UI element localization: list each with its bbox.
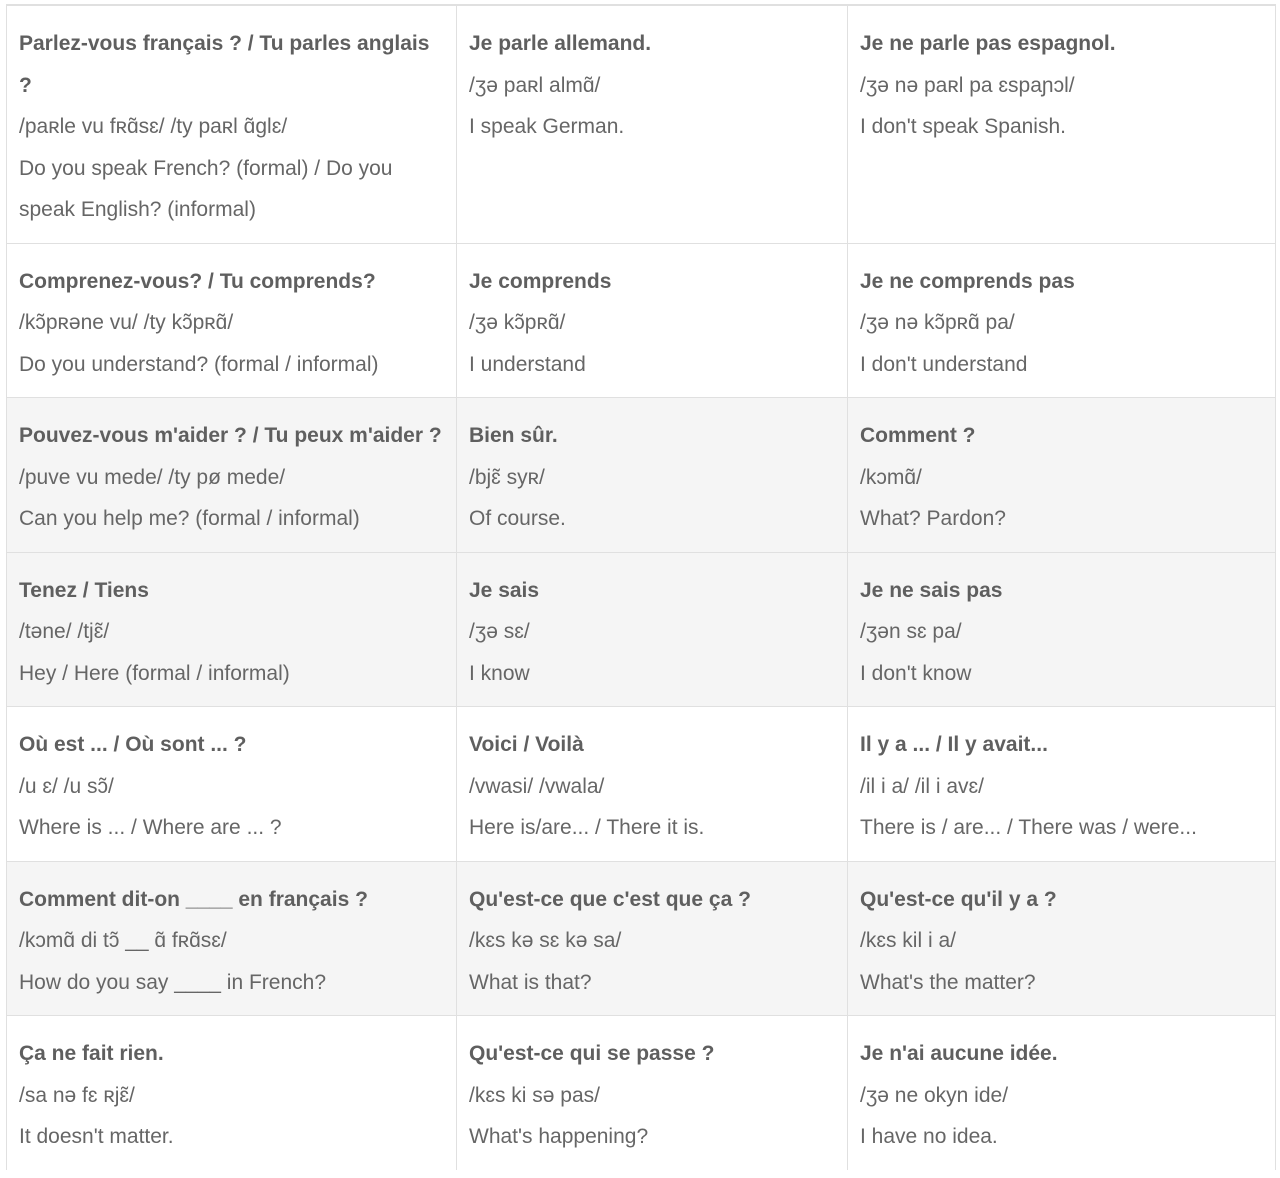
phrase-cell: Ça ne fait rien. /sa nə fɛ ʀjɛ̃/ It doesn'… xyxy=(6,1015,457,1170)
english-translation: Do you speak French? (formal) / Do you s… xyxy=(19,156,393,222)
phrase-table: Parlez-vous français ? / Tu parles angla… xyxy=(6,4,1276,1170)
french-phrase: Comment ? xyxy=(860,424,976,447)
ipa-transcription: /sa nə fɛ ʀjɛ̃/ xyxy=(19,1083,135,1107)
french-phrase: Parlez-vous français ? / Tu parles angla… xyxy=(19,32,430,97)
ipa-transcription: /paʀle vu fʀɑ̃sɛ/ /ty paʀl ɑ̃glɛ/ xyxy=(19,115,288,138)
french-phrase: Je parle allemand. xyxy=(469,32,652,55)
french-phrase: Qu'est-ce que c'est que ça ? xyxy=(469,887,751,911)
english-translation: I don't know xyxy=(860,661,972,685)
ipa-transcription: /ʒə ne okyn ide/ xyxy=(860,1083,1009,1107)
phrase-cell: Il y a ... / Il y avait... /il i a/ /il i… xyxy=(847,706,1276,862)
english-translation: Where is ... / Where are ... ? xyxy=(19,816,282,839)
french-phrase: Je ne parle pas espagnol. xyxy=(860,32,1116,55)
english-translation: I speak German. xyxy=(469,115,625,138)
phrase-cell: Je ne sais pas/ʒən sɛ pa/I don't know xyxy=(847,551,1276,707)
ipa-transcription: /il i a/ /il i avɛ/ xyxy=(860,774,984,798)
ipa-transcription: /ʒə sɛ/ xyxy=(469,620,530,643)
english-translation: What's happening? xyxy=(469,1125,649,1148)
ipa-transcription: /ʒən sɛ pa/ xyxy=(860,620,962,643)
english-translation: I understand xyxy=(469,352,586,376)
english-translation: I know xyxy=(469,661,530,685)
french-phrase: Qu'est-ce qui se passe ? xyxy=(469,1042,715,1065)
ipa-transcription: /kɔ̃pʀəne vu/ /ty kɔ̃pʀɑ̃/ xyxy=(19,311,234,334)
english-translation: What? Pardon? xyxy=(860,507,1006,530)
english-translation: What's the matter? xyxy=(860,970,1036,994)
ipa-transcription: /ʒə nə paʀl pa ɛspaɲɔl/ xyxy=(860,73,1075,97)
french-phrase: Où est ... / Où sont ... ? xyxy=(19,733,247,756)
english-translation: Can you help me? (formal / informal) xyxy=(19,507,360,530)
table-row: Tenez / Tiens/təne/ /tjɛ̃/ Hey / Here (fo… xyxy=(6,551,1276,707)
table-row: Ça ne fait rien. /sa nə fɛ ʀjɛ̃/ It doesn'… xyxy=(6,1015,1276,1170)
phrase-cell: Je ne comprends pas/ʒə nə kɔ̃pʀɑ̃ pa/I d… xyxy=(847,242,1276,398)
phrase-cell: Qu'est-ce que c'est que ça ? /kɛs kə sɛ k… xyxy=(456,860,848,1016)
english-translation: What is that? xyxy=(469,970,592,994)
phrase-cell: Bien sûr. /bjɛ̃ syʀ/Of course. xyxy=(456,397,848,553)
table-row: Où est ... / Où sont ... ? /u ɛ/ /u sɔ̃/ W… xyxy=(6,706,1276,862)
french-phrase: Je ne comprends pas xyxy=(860,269,1075,293)
phrase-cell: Tenez / Tiens/təne/ /tjɛ̃/ Hey / Here (fo… xyxy=(6,551,457,707)
ipa-transcription: /ʒə kɔ̃pʀɑ̃/ xyxy=(469,311,566,334)
ipa-transcription: /təne/ /tjɛ̃/ xyxy=(19,620,110,643)
ipa-transcription: /kɛs kə sɛ kə sa/ xyxy=(469,929,622,952)
french-phrase: Comment dit-on ____ en français ? xyxy=(19,887,368,911)
ipa-transcription: /ʒə nə kɔ̃pʀɑ̃ pa/ xyxy=(860,311,1015,334)
phrase-cell: Voici / Voilà/vwasi/ /vwala/Here is/are.… xyxy=(456,706,848,862)
table-row: Comment dit-on ____ en français ? /kɔmɑ̃ … xyxy=(6,860,1276,1016)
phrase-cell: Comprenez-vous? / Tu comprends? /kɔ̃pʀəne… xyxy=(6,242,457,398)
table-row: Comprenez-vous? / Tu comprends? /kɔ̃pʀəne… xyxy=(6,242,1276,398)
english-translation: Hey / Here (formal / informal) xyxy=(19,661,290,685)
table-row: Parlez-vous français ? / Tu parles angla… xyxy=(6,4,1276,244)
ipa-transcription: /bjɛ̃ syʀ/ xyxy=(469,465,545,489)
ipa-transcription: /ʒə paʀl almɑ̃/ xyxy=(469,73,601,97)
phrase-cell: Je sais/ʒə sɛ/I know xyxy=(456,551,848,707)
french-phrase: Je comprends xyxy=(469,269,612,293)
phrase-cell: Comment dit-on ____ en français ? /kɔmɑ̃ … xyxy=(6,860,457,1016)
french-phrase: Je n'ai aucune idée. xyxy=(860,1042,1058,1065)
table-row: Pouvez-vous m'aider ? / Tu peux m'aider … xyxy=(6,397,1276,553)
ipa-transcription: /u ɛ/ /u sɔ̃/ xyxy=(19,774,114,798)
french-phrase: Comprenez-vous? / Tu comprends? xyxy=(19,269,376,293)
english-translation: Do you understand? (formal / informal) xyxy=(19,352,379,376)
phrase-cell: Comment ? /kɔmɑ̃/ What? Pardon? xyxy=(847,397,1276,553)
english-translation: How do you say ____ in French? xyxy=(19,970,327,994)
phrase-cell: Je n'ai aucune idée. /ʒə ne okyn ide/I ha… xyxy=(847,1015,1276,1170)
french-phrase: Bien sûr. xyxy=(469,424,558,447)
phrase-cell: Qu'est-ce qui se passe ? /kɛs ki sə pas/W… xyxy=(456,1015,848,1170)
french-phrase: Il y a ... / Il y avait... xyxy=(860,733,1048,756)
ipa-transcription: /puve vu mede/ /ty pø mede/ xyxy=(19,465,286,489)
english-translation: I don't speak Spanish. xyxy=(860,115,1066,138)
ipa-transcription: /kɔmɑ̃ di tɔ̃ __ ɑ̃ fʀɑ̃sɛ/ xyxy=(19,929,227,952)
english-translation: Of course. xyxy=(469,507,566,530)
phrase-cell: Pouvez-vous m'aider ? / Tu peux m'aider … xyxy=(6,397,457,553)
french-phrase: Je sais xyxy=(469,578,540,602)
french-phrase: Je ne sais pas xyxy=(860,578,1003,602)
english-translation: I don't understand xyxy=(860,352,1028,376)
french-phrase: Tenez / Tiens xyxy=(19,578,149,602)
phrase-cell: Je ne parle pas espagnol. /ʒə nə paʀl pa … xyxy=(847,4,1276,244)
french-phrase: Ça ne fait rien. xyxy=(19,1042,164,1065)
ipa-transcription: /vwasi/ /vwala/ xyxy=(469,774,605,798)
phrase-cell: Où est ... / Où sont ... ? /u ɛ/ /u sɔ̃/ W… xyxy=(6,706,457,862)
phrase-cell: Qu'est-ce qu'il y a ? /kɛs kil i a/What's… xyxy=(847,860,1276,1016)
french-phrase: Voici / Voilà xyxy=(469,733,584,756)
french-phrase: Qu'est-ce qu'il y a ? xyxy=(860,887,1057,911)
ipa-transcription: /kɛs ki sə pas/ xyxy=(469,1083,601,1107)
english-translation: There is / are... / There was / were... xyxy=(860,816,1197,839)
ipa-transcription: /kɔmɑ̃/ xyxy=(860,465,922,489)
ipa-transcription: /kɛs kil i a/ xyxy=(860,929,956,952)
phrase-cell: Je comprends/ʒə kɔ̃pʀɑ̃/ I understand xyxy=(456,242,848,398)
english-translation: It doesn't matter. xyxy=(19,1125,174,1148)
phrase-cell: Parlez-vous français ? / Tu parles angla… xyxy=(6,4,457,244)
french-phrase: Pouvez-vous m'aider ? / Tu peux m'aider … xyxy=(19,424,442,447)
phrase-cell: Je parle allemand. /ʒə paʀl almɑ̃/ I speak… xyxy=(456,4,848,244)
english-translation: I have no idea. xyxy=(860,1125,998,1148)
english-translation: Here is/are... / There it is. xyxy=(469,816,705,839)
